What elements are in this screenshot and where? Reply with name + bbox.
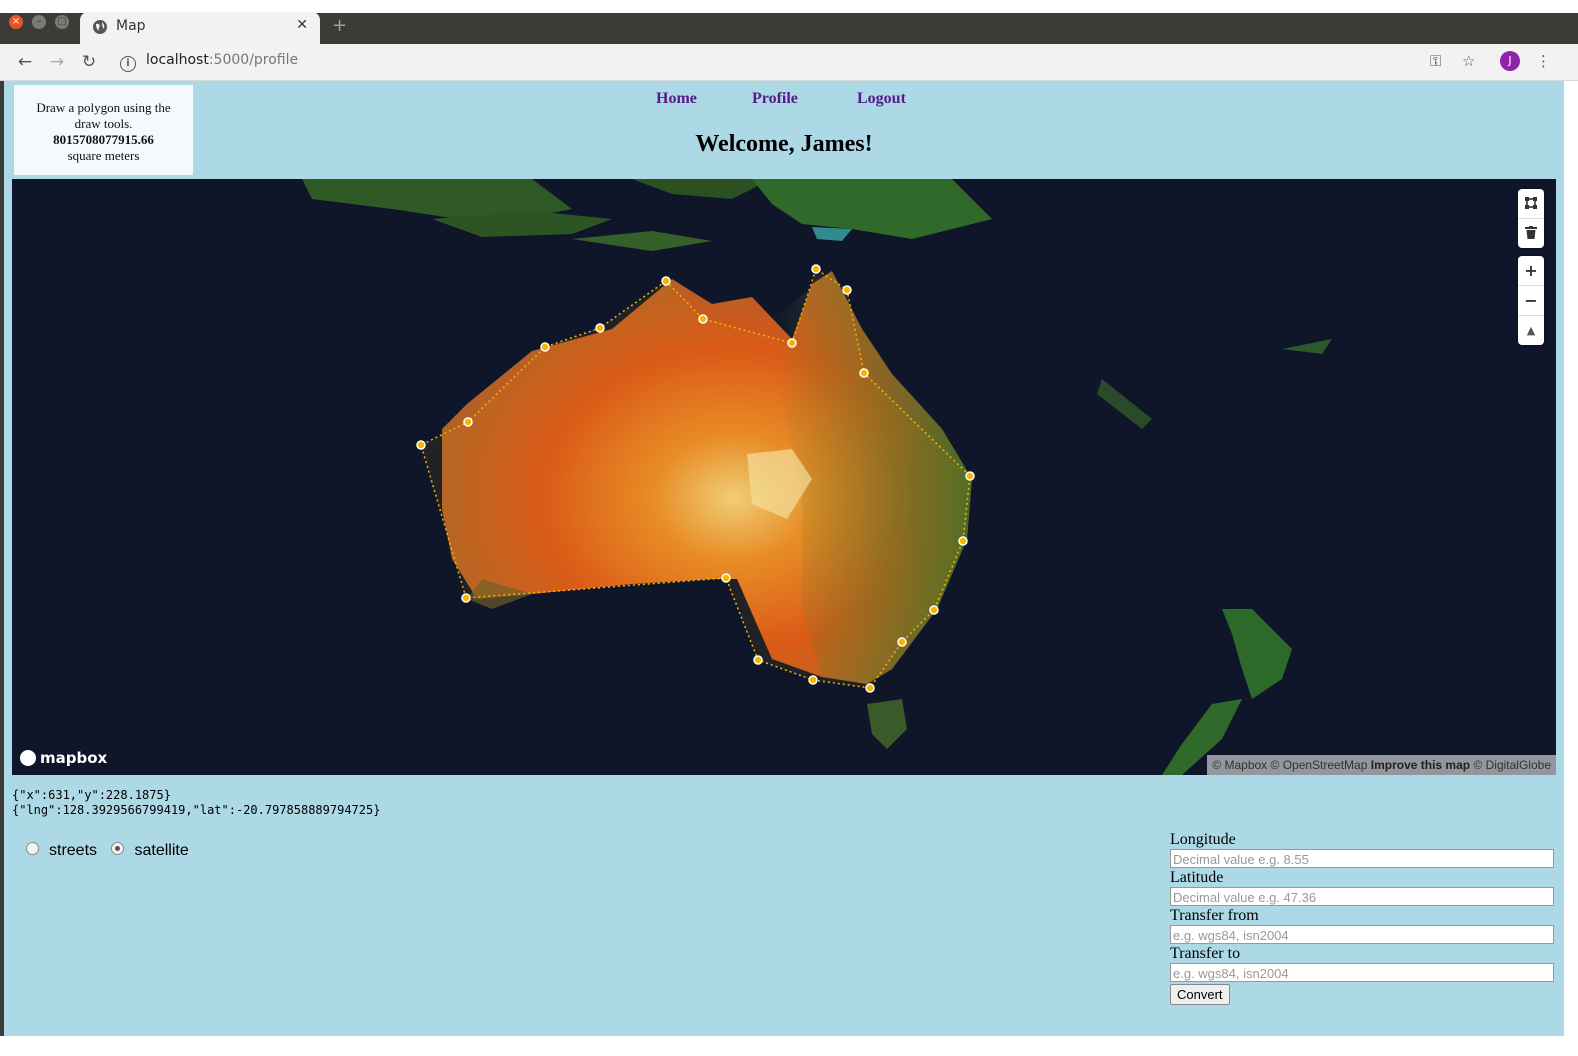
polygon-vertex[interactable] (811, 264, 821, 274)
back-icon[interactable]: ← (13, 50, 37, 74)
polygon-vertex[interactable] (595, 323, 605, 333)
compass-icon[interactable]: ▲ (1518, 316, 1544, 345)
browser-tab[interactable]: Map ✕ (80, 12, 320, 44)
longitude-label: Longitude (1170, 831, 1236, 848)
improve-map-link[interactable]: Improve this map (1371, 758, 1470, 772)
globe-icon (93, 20, 107, 34)
longitude-input[interactable]: Decimal value e.g. 8.55 (1170, 849, 1554, 868)
url-host: localhost (146, 52, 209, 68)
polygon-vertex[interactable] (897, 637, 907, 647)
star-icon[interactable]: ☆ (1462, 52, 1475, 70)
streets-radio[interactable] (26, 842, 39, 855)
address-bar[interactable]: i localhost:5000/profile (120, 52, 298, 72)
forward-icon[interactable]: → (45, 50, 69, 74)
url-path: :5000/profile (208, 52, 299, 68)
attribution-digitalglobe[interactable]: © DigitalGlobe (1473, 758, 1551, 772)
browser-toolbar: ← → ↻ i localhost:5000/profile ⚿ ☆ ⋮ (0, 44, 1578, 81)
transfer-to-input[interactable]: e.g. wgs84, isn2004 (1170, 963, 1554, 982)
draw-controls (1518, 189, 1544, 248)
navigation-controls: + − ▲ (1518, 256, 1544, 345)
polygon-vertex[interactable] (721, 573, 731, 583)
profile-avatar[interactable]: J (1500, 51, 1520, 71)
transfer-from-input[interactable]: e.g. wgs84, isn2004 (1170, 925, 1554, 944)
nav-logout-link[interactable]: Logout (857, 90, 906, 108)
style-option-satellite[interactable]: satellite (111, 842, 189, 859)
area-info-box: Draw a polygon using the draw tools. 801… (14, 85, 193, 175)
latitude-label: Latitude (1170, 869, 1224, 886)
polygon-vertex[interactable] (416, 440, 426, 450)
style-option-streets[interactable]: streets (26, 842, 97, 859)
polygon-icon[interactable] (1518, 189, 1544, 219)
window-close-button[interactable]: × (9, 15, 23, 29)
satellite-label: satellite (134, 842, 189, 859)
satellite-radio[interactable] (111, 842, 125, 855)
nav-profile-link[interactable]: Profile (752, 90, 798, 108)
new-tab-button[interactable]: + (332, 15, 347, 36)
polygon-vertex[interactable] (698, 314, 708, 324)
transfer-from-label: Transfer from (1170, 907, 1259, 924)
tab-title: Map (116, 18, 146, 34)
polygon-vertex[interactable] (540, 342, 550, 352)
drawn-polygon[interactable] (12, 179, 1556, 775)
zoom-in-button[interactable]: + (1518, 256, 1544, 286)
map-style-switcher: streets satellite (26, 842, 199, 860)
window-right-border (1564, 81, 1578, 1036)
polygon-outline[interactable] (420, 267, 971, 689)
polygon-vertex[interactable] (859, 368, 869, 378)
nav-home-link[interactable]: Home (656, 90, 697, 108)
transfer-to-label: Transfer to (1170, 945, 1241, 962)
polygon-vertex[interactable] (842, 285, 852, 295)
attribution-credits[interactable]: © Mapbox © OpenStreetMap (1212, 758, 1367, 772)
zoom-out-button[interactable]: − (1518, 286, 1544, 316)
window-minimize-button[interactable]: – (32, 15, 46, 29)
info-instructions: Draw a polygon using the draw tools. (36, 100, 171, 131)
polygon-vertex[interactable] (965, 471, 975, 481)
polygon-vertex[interactable] (808, 675, 818, 685)
reload-icon[interactable]: ↻ (77, 50, 101, 74)
key-icon[interactable]: ⚿ (1430, 52, 1441, 70)
polygon-vertex[interactable] (865, 683, 875, 693)
site-info-icon[interactable]: i (120, 56, 136, 72)
pixel-point: {"x":631,"y":228.1875} (12, 788, 171, 802)
cursor-coordinates: {"x":631,"y":228.1875} {"lng":128.392956… (12, 788, 380, 818)
polygon-vertex[interactable] (929, 605, 939, 615)
tab-close-icon[interactable]: ✕ (296, 17, 308, 33)
map-attribution: © Mapbox © OpenStreetMap Improve this ma… (1207, 755, 1556, 775)
polygon-vertex[interactable] (661, 276, 671, 286)
lnglat-point: {"lng":128.3929566799419,"lat":-20.79785… (12, 803, 381, 817)
streets-label: streets (49, 842, 98, 859)
map-canvas[interactable]: + − ▲ mapbox © Mapbox © OpenStreetMap Im… (12, 179, 1556, 775)
menu-icon[interactable]: ⋮ (1536, 52, 1551, 70)
polygon-vertex[interactable] (958, 536, 968, 546)
window-maximize-button[interactable]: □ (55, 15, 69, 29)
mapbox-logo[interactable]: mapbox (20, 749, 107, 767)
page-title: Welcome, James! (695, 131, 873, 157)
polygon-vertex[interactable] (753, 655, 763, 665)
convert-button[interactable]: Convert (1170, 984, 1230, 1005)
mapbox-logo-icon (20, 750, 36, 766)
polygon-vertex[interactable] (461, 593, 471, 603)
latitude-input[interactable]: Decimal value e.g. 47.36 (1170, 887, 1554, 906)
polygon-vertex[interactable] (463, 417, 473, 427)
trash-icon[interactable] (1518, 219, 1544, 248)
coordinate-converter-form: Longitude Decimal value e.g. 8.55 Latitu… (1170, 830, 1556, 1005)
mapbox-logo-text: mapbox (40, 749, 108, 767)
polygon-vertex[interactable] (787, 338, 797, 348)
